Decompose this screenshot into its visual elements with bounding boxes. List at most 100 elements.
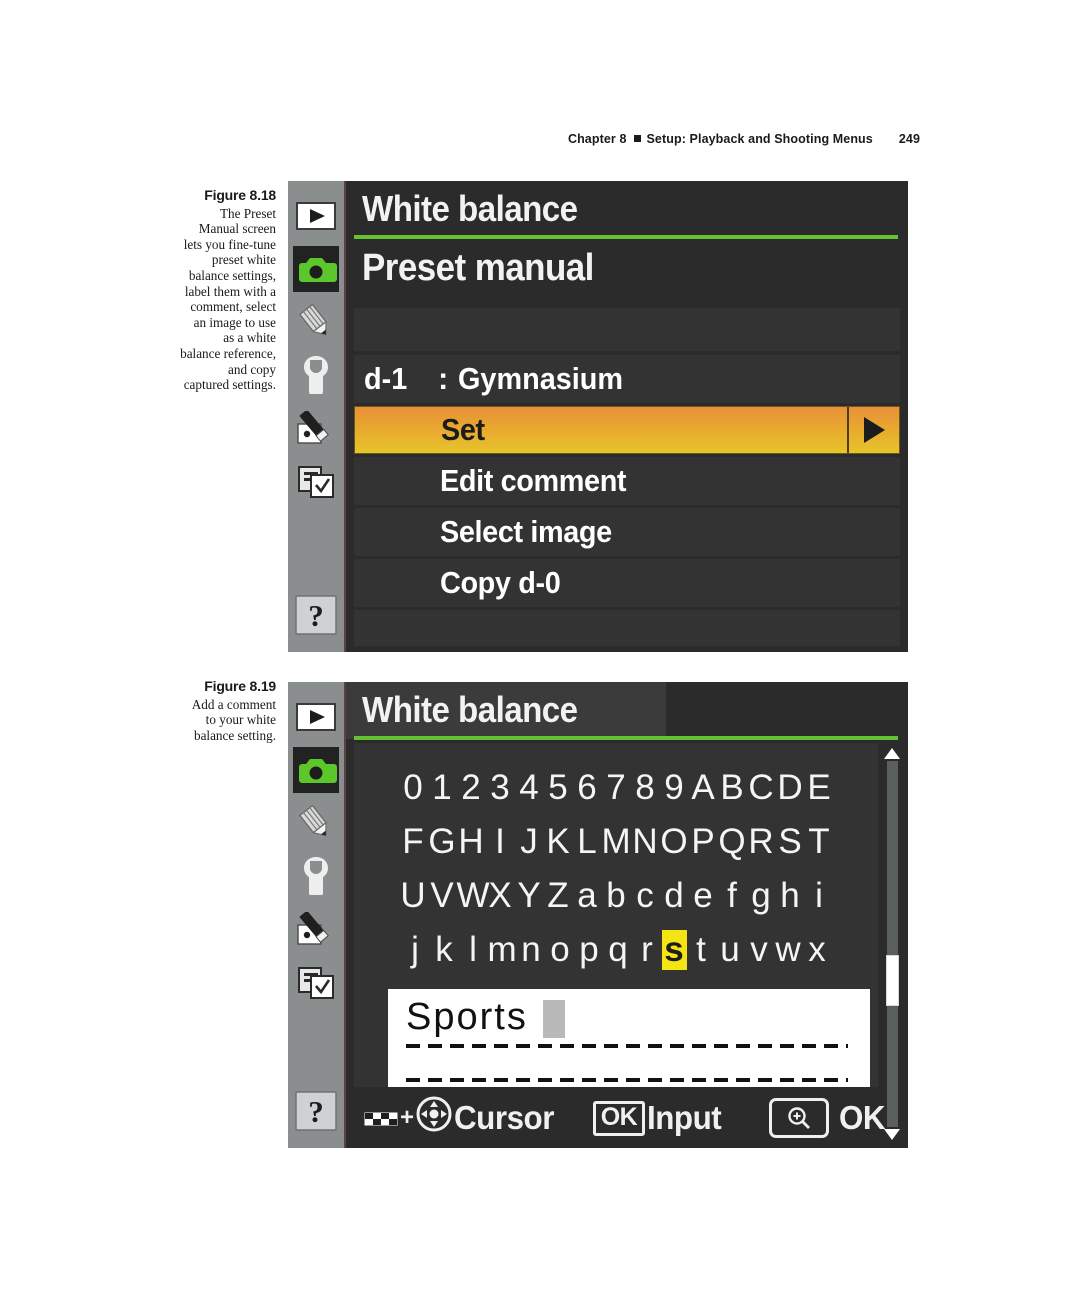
sidebar-item-playback-menu[interactable] bbox=[293, 694, 339, 740]
status-hint-ok: OK bbox=[769, 1098, 888, 1138]
keyboard-key[interactable]: l bbox=[459, 930, 488, 970]
keyboard-key[interactable]: c bbox=[631, 876, 660, 916]
sidebar-item-setup-menu[interactable] bbox=[293, 352, 339, 398]
preset-header-row[interactable]: d-1 : Gymnasium bbox=[354, 355, 900, 403]
keyboard-key[interactable]: j bbox=[401, 930, 430, 970]
keyboard-key[interactable]: C bbox=[747, 768, 776, 808]
question-mark-icon: ? bbox=[295, 1091, 337, 1131]
keyboard-key[interactable]: 1 bbox=[428, 768, 457, 808]
sidebar-item-custom-settings-menu[interactable] bbox=[293, 800, 339, 846]
keyboard-key[interactable]: a bbox=[573, 876, 602, 916]
scroll-down-arrow-icon[interactable] bbox=[884, 1129, 900, 1140]
keyboard-key[interactable]: x bbox=[803, 930, 832, 970]
sidebar-item-recent-settings-menu[interactable] bbox=[293, 458, 339, 504]
keyboard-key[interactable]: H bbox=[457, 822, 486, 862]
menu-sidebar: ? bbox=[288, 682, 346, 1148]
keyboard-key[interactable]: W bbox=[457, 876, 490, 916]
keyboard-key[interactable]: S bbox=[776, 822, 805, 862]
keyboard-key[interactable]: E bbox=[805, 768, 834, 808]
keyboard-key[interactable]: J bbox=[515, 822, 544, 862]
scrollbar-thumb[interactable] bbox=[885, 954, 899, 1007]
figure-caption-8-18: Figure 8.18 The Preset Manual screen let… bbox=[180, 187, 276, 393]
keyboard-key[interactable]: i bbox=[805, 876, 834, 916]
keyboard-key[interactable]: f bbox=[718, 876, 747, 916]
sidebar-item-shooting-menu[interactable] bbox=[293, 747, 339, 793]
keyboard-key[interactable]: M bbox=[602, 822, 631, 862]
paintbrush-icon bbox=[296, 912, 336, 946]
keyboard-key[interactable]: N bbox=[631, 822, 660, 862]
sidebar-item-playback-menu[interactable] bbox=[293, 193, 339, 239]
keyboard-key[interactable]: d bbox=[660, 876, 689, 916]
page-number: 249 bbox=[898, 132, 920, 146]
keyboard-key[interactable]: D bbox=[776, 768, 805, 808]
keyboard-key[interactable]: q bbox=[604, 930, 633, 970]
keyboard-key[interactable]: 5 bbox=[544, 768, 573, 808]
keyboard-key[interactable]: P bbox=[689, 822, 718, 862]
menu-item-select-image[interactable]: Select image bbox=[354, 508, 900, 556]
keyboard-key[interactable]: V bbox=[428, 876, 457, 916]
keyboard-key[interactable]: v bbox=[745, 930, 774, 970]
keyboard-key[interactable]: b bbox=[602, 876, 631, 916]
menu-item-set[interactable]: Set bbox=[354, 406, 900, 454]
keyboard-key[interactable]: R bbox=[747, 822, 776, 862]
keyboard-key[interactable]: Q bbox=[718, 822, 747, 862]
keyboard-key[interactable]: G bbox=[428, 822, 457, 862]
keyboard-key[interactable]: A bbox=[689, 768, 718, 808]
comment-input-field[interactable]: Sports bbox=[388, 989, 870, 1087]
sidebar-item-shooting-menu[interactable] bbox=[293, 246, 339, 292]
sidebar-item-retouch-menu[interactable] bbox=[293, 405, 339, 451]
submenu-arrow-cell[interactable] bbox=[847, 407, 899, 453]
keyboard-key[interactable]: L bbox=[573, 822, 602, 862]
preset-separator: : bbox=[438, 361, 449, 396]
keyboard-key[interactable]: O bbox=[660, 822, 689, 862]
vertical-scrollbar[interactable] bbox=[883, 748, 901, 1140]
menu-item-edit-comment[interactable]: Edit comment bbox=[354, 457, 900, 505]
keyboard-key-selected[interactable]: s bbox=[661, 930, 687, 970]
chevron-right-icon bbox=[863, 417, 885, 443]
keyboard-key[interactable]: Y bbox=[515, 876, 544, 916]
keyboard-key[interactable]: m bbox=[488, 930, 517, 970]
keyboard-key[interactable]: I bbox=[486, 822, 515, 862]
menu-item-label: Select image bbox=[440, 514, 612, 549]
preset-id: d-1 bbox=[364, 361, 408, 396]
keyboard-key[interactable]: 0 bbox=[399, 768, 428, 808]
sidebar-item-retouch-menu[interactable] bbox=[293, 906, 339, 952]
keyboard-key[interactable]: u bbox=[716, 930, 745, 970]
keyboard-key[interactable]: 3 bbox=[486, 768, 515, 808]
keyboard-key[interactable]: h bbox=[776, 876, 805, 916]
keyboard-key[interactable]: 2 bbox=[457, 768, 486, 808]
keyboard-key[interactable]: 6 bbox=[573, 768, 602, 808]
keyboard-key[interactable]: p bbox=[575, 930, 604, 970]
keyboard-key[interactable]: g bbox=[747, 876, 776, 916]
keyboard-key[interactable]: U bbox=[399, 876, 428, 916]
question-mark-icon: ? bbox=[295, 595, 337, 635]
figure-label: Figure 8.18 bbox=[204, 187, 276, 203]
keyboard-key[interactable]: o bbox=[546, 930, 575, 970]
keyboard-key[interactable]: Z bbox=[544, 876, 573, 916]
keyboard-key[interactable]: 7 bbox=[602, 768, 631, 808]
sidebar-item-help[interactable]: ? bbox=[293, 592, 339, 638]
keyboard-key[interactable]: K bbox=[544, 822, 573, 862]
menu-item-copy-d0[interactable]: Copy d-0 bbox=[354, 559, 900, 607]
keyboard-key[interactable]: 9 bbox=[660, 768, 689, 808]
keyboard-key[interactable]: 4 bbox=[515, 768, 544, 808]
keyboard-key[interactable]: 8 bbox=[631, 768, 660, 808]
keyboard-key[interactable]: n bbox=[517, 930, 546, 970]
scrollbar-track[interactable] bbox=[885, 761, 899, 1127]
keyboard-key[interactable]: r bbox=[633, 930, 662, 970]
keyboard-key[interactable]: w bbox=[774, 930, 803, 970]
keyboard-key[interactable]: k bbox=[430, 930, 459, 970]
keyboard-key[interactable]: T bbox=[805, 822, 834, 862]
keyboard-key[interactable]: e bbox=[689, 876, 718, 916]
keyboard-key[interactable]: B bbox=[718, 768, 747, 808]
status-hint-label: Cursor bbox=[453, 1099, 554, 1136]
keyboard-key[interactable]: t bbox=[687, 930, 716, 970]
sidebar-item-custom-settings-menu[interactable] bbox=[293, 299, 339, 345]
sidebar-item-recent-settings-menu[interactable] bbox=[293, 959, 339, 1005]
sidebar-item-setup-menu[interactable] bbox=[293, 853, 339, 899]
keyboard-key[interactable]: F bbox=[399, 822, 428, 862]
sidebar-item-help[interactable]: ? bbox=[293, 1088, 339, 1134]
keyboard-key[interactable]: X bbox=[486, 876, 515, 916]
scroll-up-arrow-icon[interactable] bbox=[884, 748, 900, 759]
thumbnail-button-icon bbox=[364, 1099, 398, 1137]
